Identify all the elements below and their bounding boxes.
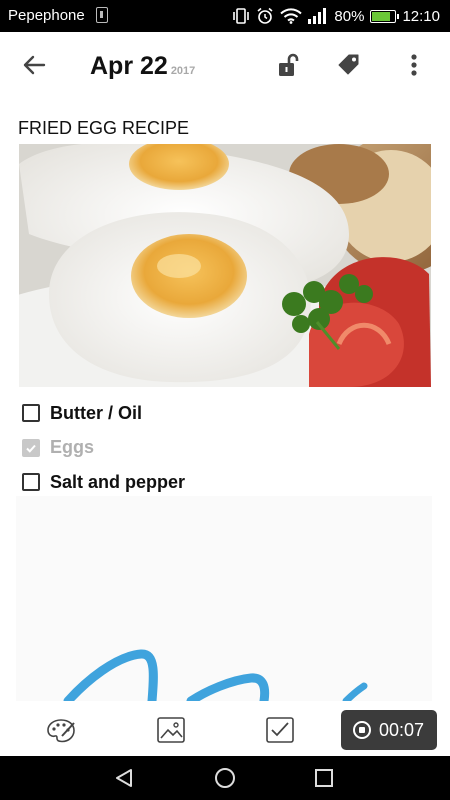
- clock: 12:10: [402, 7, 440, 25]
- nav-home-icon: [215, 768, 235, 788]
- nav-recents-icon: [315, 769, 333, 787]
- stop-recording-button[interactable]: 00:07: [341, 710, 437, 750]
- checklist-item[interactable]: Eggs: [22, 431, 422, 466]
- note-title[interactable]: FRIED EGG RECIPE: [18, 118, 189, 139]
- system-nav-bar: [0, 756, 450, 800]
- lock-button[interactable]: [272, 49, 304, 81]
- sim-card-icon: [96, 7, 108, 23]
- checklist-item-label: Butter / Oil: [50, 402, 143, 423]
- checklist-item-label: Salt and pepper: [50, 471, 186, 492]
- wifi-icon: [280, 8, 303, 24]
- nav-home-button[interactable]: [211, 764, 239, 792]
- checklist-item[interactable]: Salt and pepper: [22, 465, 422, 500]
- drawing-tool-button[interactable]: [44, 713, 78, 747]
- note-date[interactable]: Apr 22 2017: [90, 52, 195, 81]
- nav-recents-button[interactable]: [310, 764, 338, 792]
- back-button[interactable]: [18, 49, 50, 81]
- fried-egg-image: [19, 144, 431, 387]
- signal-icon: [308, 8, 327, 24]
- nav-back-button[interactable]: [110, 764, 138, 792]
- app-bar: Apr 22 2017: [0, 32, 450, 98]
- more-options-button[interactable]: [398, 49, 430, 81]
- bottom-toolbar: 00:07: [0, 702, 450, 756]
- recording-timer: 00:07: [379, 719, 425, 740]
- checkbox-checked[interactable]: [22, 438, 40, 457]
- palette-icon: [47, 719, 75, 743]
- checkbox-unchecked[interactable]: [22, 404, 40, 423]
- battery-percent: 80%: [334, 7, 365, 25]
- nav-back-icon: [116, 769, 132, 787]
- unlock-icon: [279, 53, 299, 76]
- fried-egg-photo[interactable]: [19, 144, 431, 387]
- battery-icon: [370, 9, 400, 23]
- back-arrow-icon: [23, 55, 46, 75]
- stop-icon: [353, 721, 371, 739]
- sketch-canvas[interactable]: [16, 496, 432, 701]
- more-vert-icon: [411, 54, 417, 76]
- date-day: Apr 22: [90, 52, 168, 80]
- vibrate-icon: [233, 8, 250, 24]
- sketch-drawing: [63, 649, 368, 701]
- carrier-name: Pepephone: [8, 7, 85, 24]
- checklist-item[interactable]: Butter / Oil: [22, 396, 422, 431]
- checklist: Butter / Oil Eggs Salt and pepper: [22, 396, 422, 500]
- checklist-item-label: Eggs: [50, 437, 95, 458]
- status-bar: Pepephone 80% 12:10: [0, 0, 450, 32]
- tag-button[interactable]: [333, 49, 365, 81]
- insert-image-button[interactable]: [154, 713, 188, 747]
- insert-checklist-button[interactable]: [263, 713, 297, 747]
- date-year: 2017: [170, 65, 196, 77]
- alarm-icon: [257, 7, 273, 24]
- checkbox-unchecked[interactable]: [22, 473, 40, 492]
- image-icon: [157, 717, 185, 743]
- checkbox-icon: [266, 717, 294, 743]
- tag-icon: [338, 54, 359, 75]
- checkmark-icon: [26, 444, 36, 453]
